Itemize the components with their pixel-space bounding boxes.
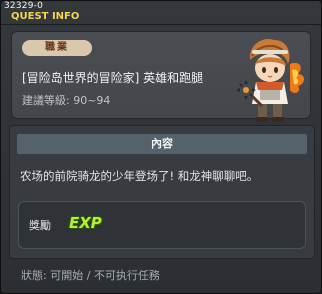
title-divider xyxy=(1,24,321,25)
window-id: 32329-0 xyxy=(4,1,44,11)
quest-info-panel: 職業 [冒险岛世界的冒险家] 英雄和跑腿 建議等級: 90~94 xyxy=(11,31,311,122)
content-panel: 內容 农场的前院骑龙的少年登场了! 和龙神聊聊吧。 獎勵 EXP xyxy=(9,125,315,259)
job-badge: 職業 xyxy=(22,40,92,56)
quest-info-window: 32329-0 QUEST INFO 職業 [冒险岛世界的冒险家] 英雄和跑腿 … xyxy=(0,0,322,294)
reward-box: 獎勵 EXP xyxy=(18,201,306,249)
quest-name: [冒险岛世界的冒险家] 英雄和跑腿 xyxy=(22,71,204,85)
recommended-level: 建議等級: 90~94 xyxy=(22,94,111,107)
quest-description: 农场的前院骑龙的少年登场了! 和龙神聊聊吧。 xyxy=(20,169,259,183)
reward-label: 獎勵 xyxy=(29,219,51,232)
hero-npc-portrait xyxy=(236,38,304,122)
exp-icon[interactable]: EXP xyxy=(69,214,102,232)
quest-status: 狀態: 可開始 / 不可执行任務 xyxy=(21,269,160,282)
window-title: QUEST INFO xyxy=(11,11,80,22)
content-header: 內容 xyxy=(17,134,307,154)
